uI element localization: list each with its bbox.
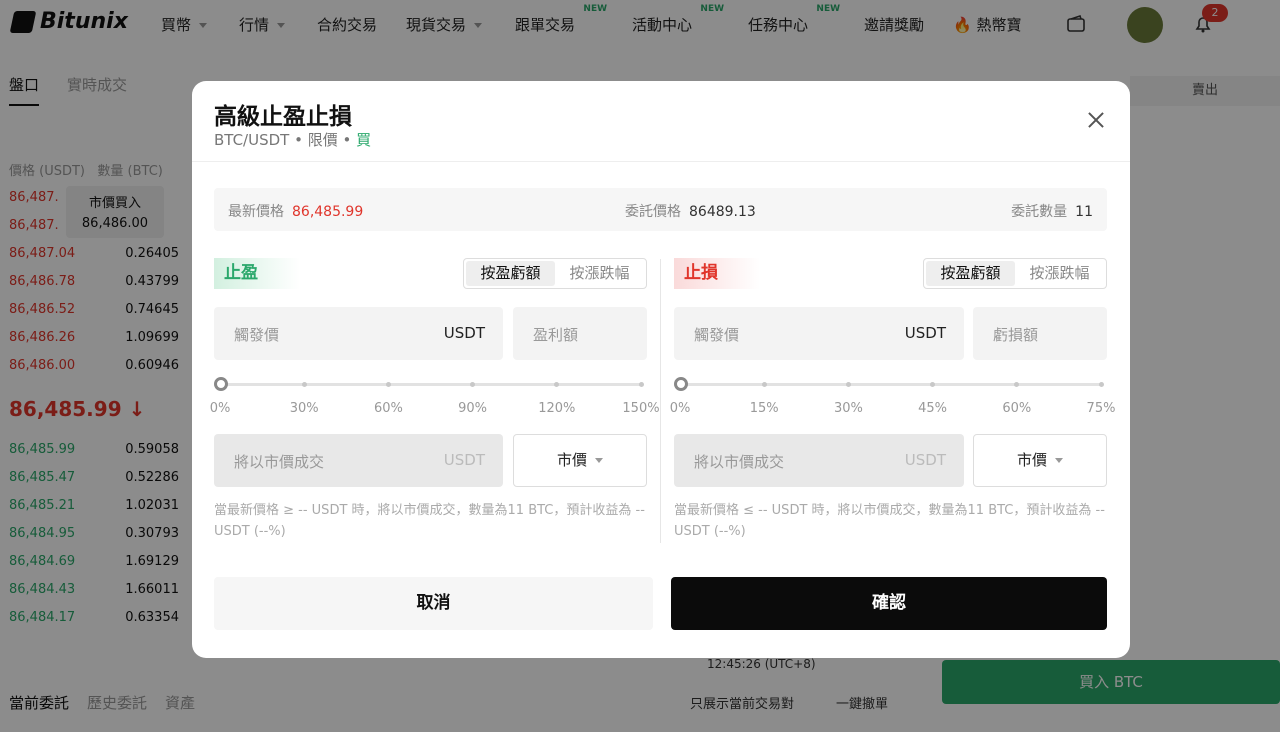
- slider-tick-label: 90%: [458, 401, 488, 416]
- slider-tick-label: 0%: [669, 401, 691, 416]
- pair-label: BTC/USDT: [214, 131, 290, 149]
- sl-exec-placeholder: 將以市價成交: [694, 453, 785, 471]
- slider-tick-dot: [638, 382, 644, 387]
- slider-tick-label: 60%: [1002, 401, 1032, 416]
- slider-tick-dot: [385, 382, 391, 387]
- sl-slider-ticks: 0% 15% 30% 45% 60% 75%: [670, 401, 1116, 417]
- tp-mode-percent[interactable]: 按漲跌幅: [555, 261, 644, 286]
- sl-trigger-price-input[interactable]: 觸發價 USDT: [674, 307, 964, 360]
- modal-title: 高級止盈止損: [214, 104, 352, 130]
- slider-tick-label: 30%: [289, 401, 319, 416]
- slider-tick-dot: [1098, 382, 1104, 387]
- tp-trigger-placeholder: 觸發價: [234, 326, 280, 344]
- last-price-value: 86,485.99: [292, 204, 364, 220]
- order-price-label: 委託價格: [625, 204, 681, 220]
- tp-slider-ticks: 0% 30% 60% 90% 120% 150%: [210, 401, 660, 417]
- order-qty-label: 委託數量: [1011, 204, 1068, 220]
- slider-tick-dot: [845, 382, 851, 387]
- slider-tick-label: 75%: [1086, 401, 1116, 416]
- order-price-value: 86489.13: [689, 204, 756, 220]
- tp-profit-amount-input[interactable]: 盈利額: [513, 307, 647, 360]
- side-label: 買: [356, 131, 372, 149]
- header-divider: [192, 161, 1130, 162]
- modal-subtitle: BTC/USDT • 限價 • 買: [214, 131, 372, 149]
- sl-loss-amount-input[interactable]: 虧損額: [973, 307, 1107, 360]
- tp-exec-price-input: 將以市價成交 USDT: [214, 434, 503, 487]
- slider-tick-dot: [930, 382, 936, 387]
- order-qty-info: 委託數量 11: [1011, 201, 1093, 221]
- sl-slider-track: [680, 383, 1101, 386]
- sl-mode-pnl[interactable]: 按盈虧額: [926, 261, 1015, 286]
- slider-tick-label: 150%: [622, 401, 660, 416]
- advanced-tpsl-modal: 高級止盈止損 BTC/USDT • 限價 • 買 最新價格 86,485.99 委…: [192, 81, 1130, 658]
- tp-mode-pnl[interactable]: 按盈虧額: [466, 261, 555, 286]
- last-price-label: 最新價格: [228, 204, 284, 220]
- tp-mode-toggle: 按盈虧額 按漲跌幅: [463, 258, 647, 289]
- tp-slider-thumb[interactable]: [214, 377, 228, 391]
- close-icon[interactable]: [1085, 109, 1107, 131]
- slider-tick-label: 30%: [833, 401, 863, 416]
- tp-exec-type-value: 市價: [556, 451, 587, 469]
- sl-slider-thumb[interactable]: [674, 377, 688, 391]
- sl-amount-placeholder: 虧損額: [993, 326, 1039, 344]
- stop-loss-tag: 止損: [674, 258, 760, 289]
- order-type-label: 限價: [307, 131, 338, 149]
- slider-tick-label: 0%: [209, 401, 231, 416]
- cancel-button[interactable]: 取消: [214, 577, 653, 630]
- order-qty-value: 11: [1075, 204, 1093, 220]
- sl-exec-type-value: 市價: [1016, 451, 1047, 469]
- tp-exec-unit: USDT: [443, 451, 485, 469]
- slider-tick-label: 120%: [538, 401, 576, 416]
- slider-tick-dot: [761, 382, 767, 387]
- slider-tick-dot: [1014, 382, 1020, 387]
- take-profit-tag: 止盈: [214, 258, 300, 289]
- confirm-button[interactable]: 確認: [671, 577, 1107, 630]
- column-divider: [660, 259, 661, 543]
- sl-trigger-unit: USDT: [904, 324, 946, 342]
- sl-trigger-placeholder: 觸發價: [694, 326, 740, 344]
- slider-tick-dot: [301, 382, 307, 387]
- tp-amount-placeholder: 盈利額: [533, 326, 579, 344]
- tp-slider-track: [220, 383, 641, 386]
- tp-slider[interactable]: [214, 377, 647, 391]
- sl-hint: 當最新價格 ≤ -- USDT 時，將以市價成交，數量為11 BTC，預計收益為…: [674, 503, 1105, 539]
- last-price-info: 最新價格 86,485.99: [228, 201, 363, 221]
- slider-tick-label: 45%: [918, 401, 948, 416]
- slider-tick-label: 15%: [749, 401, 779, 416]
- tp-exec-placeholder: 將以市價成交: [234, 453, 325, 471]
- sl-mode-toggle: 按盈虧額 按漲跌幅: [923, 258, 1107, 289]
- sl-exec-type-select[interactable]: 市價: [973, 434, 1107, 487]
- order-price-info: 委託價格 86489.13: [625, 201, 756, 221]
- sl-slider[interactable]: [674, 377, 1107, 391]
- tp-trigger-price-input[interactable]: 觸發價 USDT: [214, 307, 503, 360]
- chevron-down-icon: [595, 458, 603, 463]
- sl-exec-unit: USDT: [904, 451, 946, 469]
- slider-tick-dot: [470, 382, 476, 387]
- slider-tick-label: 60%: [373, 401, 403, 416]
- tp-trigger-unit: USDT: [443, 324, 485, 342]
- chevron-down-icon: [1055, 458, 1063, 463]
- order-info-bar: 最新價格 86,485.99 委託價格 86489.13 委託數量 11: [214, 188, 1107, 231]
- tp-hint: 當最新價格 ≥ -- USDT 時，將以市價成交，數量為11 BTC，預計收益為…: [214, 503, 645, 539]
- sl-mode-percent[interactable]: 按漲跌幅: [1015, 261, 1104, 286]
- tp-exec-type-select[interactable]: 市價: [513, 434, 647, 487]
- slider-tick-dot: [554, 382, 560, 387]
- sl-exec-price-input: 將以市價成交 USDT: [674, 434, 964, 487]
